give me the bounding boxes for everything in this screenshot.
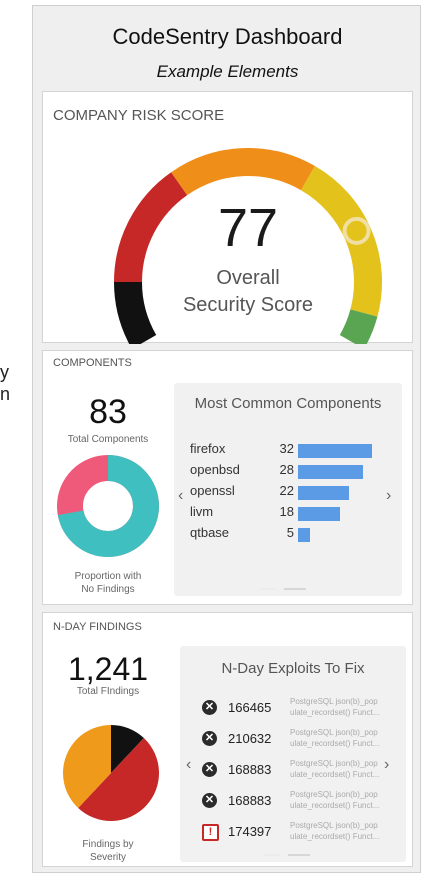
components-total: 83	[89, 393, 127, 431]
common-components-panel: Most Common Components ‹ › firefox 32 open…	[174, 383, 402, 596]
gauge-segment	[339, 309, 378, 344]
dashboard-subtitle: Example Elements	[156, 62, 299, 81]
component-bar	[298, 444, 372, 458]
component-count: 5	[286, 525, 294, 540]
edge-text-2: n	[0, 384, 11, 404]
donut-label-line1: Proportion with	[74, 571, 142, 582]
component-name: openssl	[190, 483, 235, 498]
component-row[interactable]: openssl 22	[174, 483, 394, 503]
exploits-dot-2[interactable]	[288, 854, 310, 856]
component-bar	[298, 528, 310, 542]
risk-score-label-line2: Security Score	[182, 294, 314, 316]
component-row[interactable]: livm 18	[174, 504, 394, 524]
exploit-row[interactable]: ✕ 168883 PostgreSQL json(b)_pop ulate_reco…	[180, 756, 400, 786]
severity-pie-chart	[62, 725, 159, 821]
components-donut-chart	[57, 455, 159, 557]
exploit-description: PostgreSQL json(b)_pop ulate_recordset()…	[290, 728, 380, 748]
carousel-dot-1[interactable]	[260, 588, 276, 590]
exploit-list: ✕ 166465 PostgreSQL json(b)_pop ulate_reco…	[180, 694, 400, 854]
components-bar-list: firefox 32 openbsd 28 openssl 22 livm 18 qtbase 5	[174, 441, 394, 551]
exploit-row[interactable]: ✕ 166465 PostgreSQL json(b)_pop ulate_reco…	[180, 694, 400, 724]
component-row[interactable]: qtbase 5	[174, 525, 394, 545]
exploit-row[interactable]: ✕ 168883 PostgreSQL json(b)_pop ulate_reco…	[180, 787, 400, 817]
warning-square-icon: !	[202, 824, 219, 841]
component-bar	[298, 507, 340, 521]
component-count: 18	[279, 504, 294, 519]
dashboard-frame: CodeSentry Dashboard Example Elements CO…	[32, 5, 421, 873]
component-name: firefox	[190, 441, 226, 456]
component-count: 22	[279, 483, 294, 498]
exploit-row[interactable]: ✕ 210632 PostgreSQL json(b)_pop ulate_reco…	[180, 725, 400, 755]
dashboard-title: CodeSentry Dashboard	[112, 24, 343, 49]
component-count: 28	[279, 462, 294, 477]
nday-title: N-DAY FINDINGS	[53, 621, 142, 633]
exploits-dot-1[interactable]	[264, 854, 280, 856]
nday-total-label: Total FIndings	[76, 686, 140, 697]
donut-label-line2: No Findings	[81, 584, 135, 595]
gauge-marker	[342, 216, 371, 245]
nday-exploits-title: N-Day Exploits To Fix	[221, 660, 365, 677]
x-circle-icon: ✕	[202, 762, 217, 777]
component-count: 32	[279, 441, 294, 456]
edge-text-1: y	[0, 362, 9, 382]
nday-findings-card[interactable]: N-DAY FINDINGS 1,241 Total FIndings Find…	[42, 612, 413, 867]
risk-score-label-line1: Overall	[216, 267, 280, 289]
pie-label-line1: Findings by	[82, 839, 134, 850]
components-total-label: Total Components	[67, 434, 149, 445]
x-circle-icon: ✕	[202, 793, 217, 808]
components-card[interactable]: COMPONENTS 83 Total Components Proportio…	[42, 350, 413, 605]
component-name: livm	[190, 504, 214, 519]
risk-score-card[interactable]: COMPANY RISK SCORE 77 Overall Security S…	[42, 91, 413, 344]
exploit-row[interactable]: ! 174397 PostgreSQL json(b)_pop ulate_reco…	[180, 818, 400, 848]
components-title: COMPONENTS	[53, 357, 132, 369]
exploit-id: 168883	[228, 793, 272, 808]
component-bar	[298, 465, 363, 479]
nday-total: 1,241	[67, 651, 149, 687]
exploit-description: PostgreSQL json(b)_pop ulate_recordset()…	[290, 759, 380, 779]
exploit-description: PostgreSQL json(b)_pop ulate_recordset()…	[290, 790, 380, 810]
exploit-description: PostgreSQL json(b)_pop ulate_recordset()…	[290, 697, 380, 717]
nday-exploits-panel: N-Day Exploits To Fix ‹ › ✕ 166465 Postgre…	[180, 646, 406, 862]
exploit-description: PostgreSQL json(b)_pop ulate_recordset()…	[290, 821, 380, 841]
exploit-id: 210632	[228, 731, 272, 746]
common-components-title: Most Common Components	[194, 395, 382, 412]
component-name: qtbase	[190, 525, 230, 540]
x-circle-icon: ✕	[202, 731, 217, 746]
risk-score-value: 77	[217, 198, 279, 258]
pie-label-line2: Severity	[89, 852, 127, 863]
component-row[interactable]: firefox 32	[174, 441, 394, 461]
component-bar	[298, 486, 349, 500]
exploit-id: 174397	[228, 824, 272, 839]
component-name: openbsd	[190, 462, 240, 477]
exploit-id: 166465	[228, 700, 272, 715]
component-row[interactable]: openbsd 28	[174, 462, 394, 482]
x-circle-icon: ✕	[202, 700, 217, 715]
gauge-segment	[171, 148, 315, 196]
exploit-id: 168883	[228, 762, 272, 777]
carousel-dot-2[interactable]	[284, 588, 306, 590]
